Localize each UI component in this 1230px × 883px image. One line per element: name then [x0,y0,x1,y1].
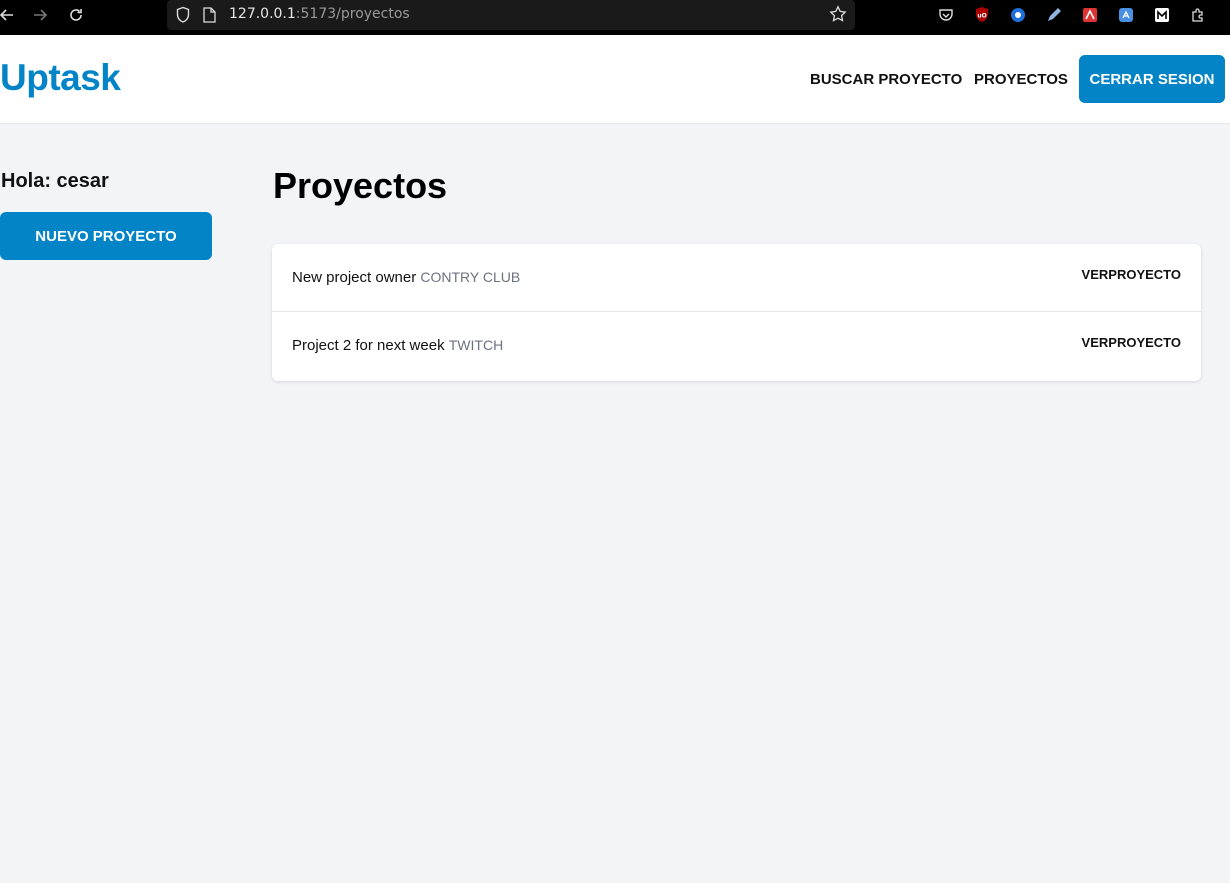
project-list: New project owner CONTRY CLUB VERPROYECT… [272,244,1201,381]
pocket-icon[interactable] [937,6,955,24]
shield-icon[interactable] [175,6,191,29]
page-title: Proyectos [273,165,448,206]
url-host: 127.0.0.1 [229,6,296,22]
view-project-link[interactable]: VERPROYECTO [1082,267,1181,282]
url-path: :5173/proyectos [295,6,410,22]
project-title: Project 2 for next week [292,337,445,354]
extension-blue-icon[interactable] [1009,6,1027,24]
project-title: New project owner [292,269,417,286]
extension-red-icon[interactable] [1081,6,1099,24]
back-icon[interactable] [0,4,20,26]
project-row: New project owner CONTRY CLUB VERPROYECT… [272,244,1201,312]
nav-projects[interactable]: PROYECTOS [974,71,1068,88]
bookmark-star-icon[interactable] [829,5,847,28]
logo[interactable]: Uptask [0,57,121,99]
app-header: Uptask BUSCAR PROYECTO PROYECTOS CERRAR … [0,35,1230,124]
translate-icon[interactable] [1117,6,1135,24]
project-client: TWITCH [448,337,504,353]
project-client: CONTRY CLUB [420,269,521,285]
project-name: New project owner CONTRY CLUB [292,269,520,286]
logout-button[interactable]: CERRAR SESION [1079,55,1225,103]
url-text[interactable]: 127.0.0.1:5173/proyectos [229,6,410,22]
view-project-link[interactable]: VERPROYECTO [1082,335,1181,350]
svg-text:uO: uO [977,13,986,20]
forward-icon[interactable] [27,4,53,26]
new-project-button[interactable]: NUEVO PROYECTO [0,212,212,260]
project-row: Project 2 for next week TWITCH VERPROYEC… [272,312,1201,380]
extensions-puzzle-icon[interactable] [1189,6,1207,24]
user-greeting: Hola: cesar [1,170,109,192]
nav-search-project[interactable]: BUSCAR PROYECTO [810,71,962,88]
reload-icon[interactable] [63,4,89,26]
ublock-icon[interactable]: uO [973,6,991,24]
extension-m-icon[interactable] [1153,6,1171,24]
project-name: Project 2 for next week TWITCH [292,337,503,354]
address-bar[interactable]: 127.0.0.1:5173/proyectos [167,0,855,30]
pen-tool-icon[interactable] [1045,6,1063,24]
page-icon [203,7,216,28]
browser-toolbar: 127.0.0.1:5173/proyectos uO [0,0,1230,35]
